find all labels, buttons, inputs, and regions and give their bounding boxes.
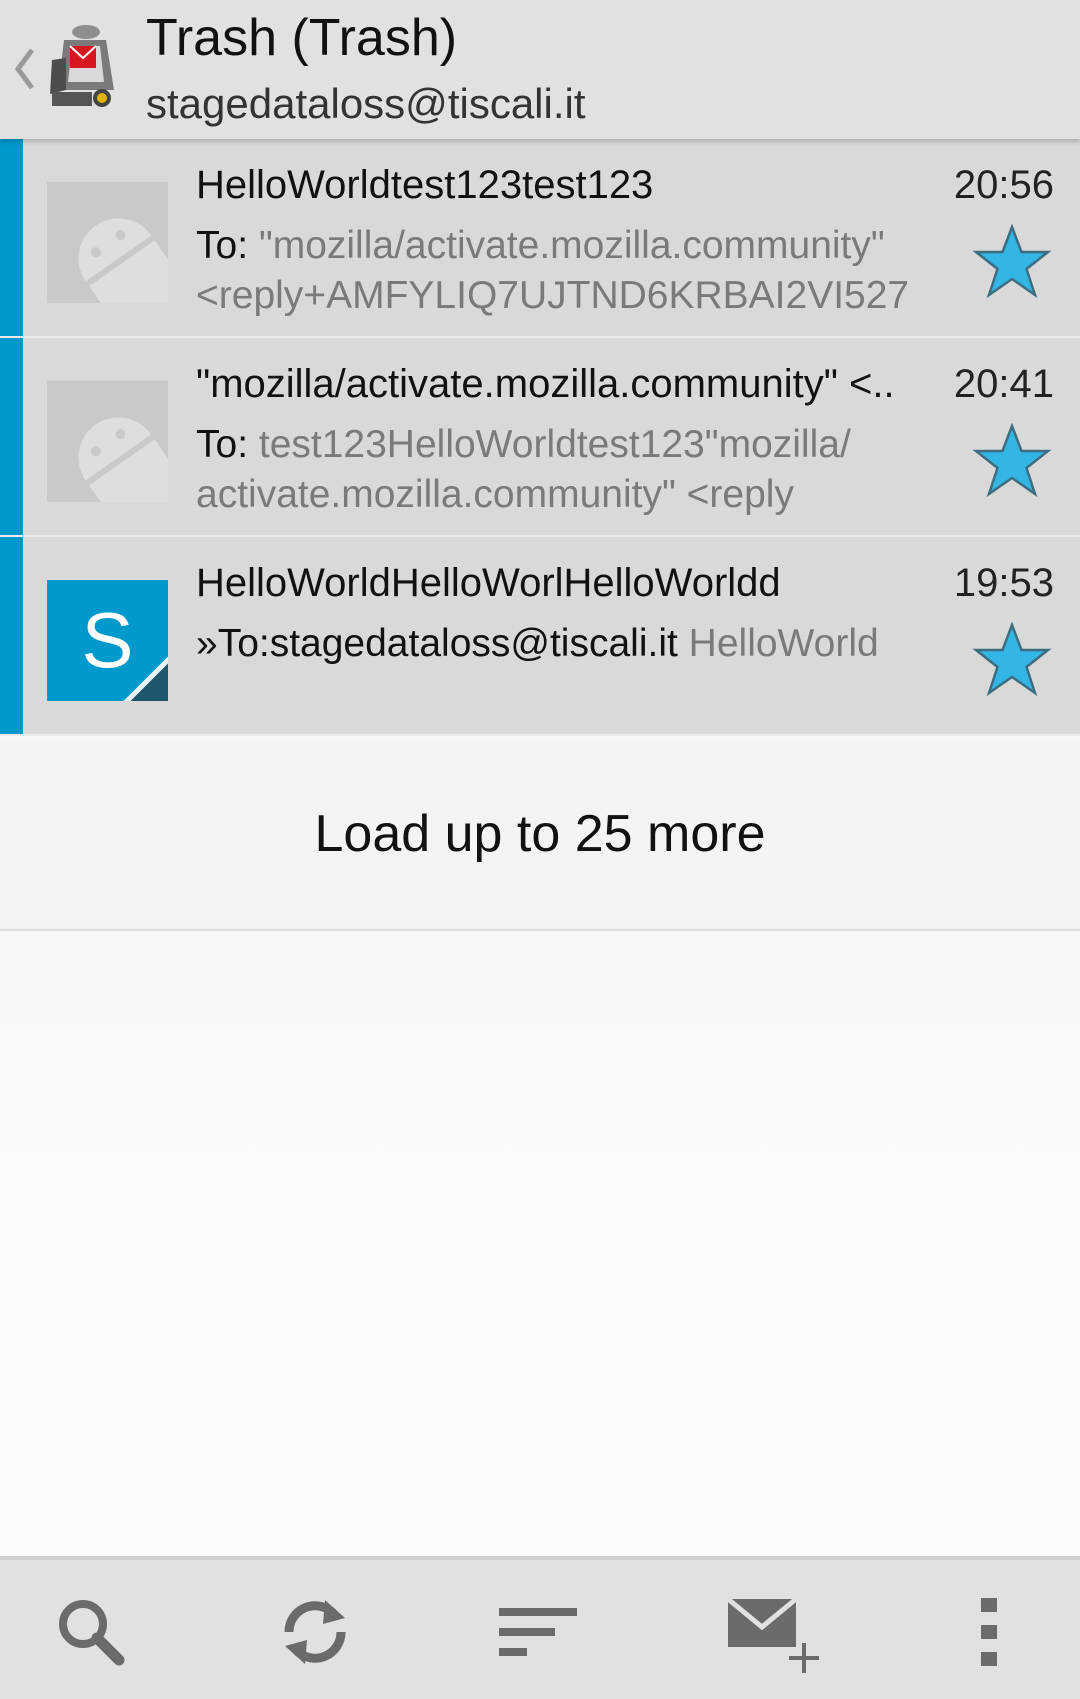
sort-icon[interactable] (484, 1582, 594, 1682)
preview-text: test123HelloWorldtest123"mozilla/ activa… (196, 423, 851, 516)
unread-indicator (0, 537, 23, 734)
message-row[interactable]: "mozilla/activate.mozilla.community" <..… (0, 338, 1080, 537)
app-window: Trash (Trash) stagedataloss@tiscali.it H… (0, 0, 1080, 1699)
chevron-left-icon[interactable] (10, 44, 38, 94)
unread-indicator (0, 139, 23, 336)
android-avatar-icon[interactable] (47, 381, 168, 502)
message-row[interactable]: HelloWorldtest123test123 20:56 To: "mozi… (0, 139, 1080, 338)
action-bar: Trash (Trash) stagedataloss@tiscali.it (0, 0, 1080, 139)
preview-label: To: (196, 224, 259, 267)
message-list: HelloWorldtest123test123 20:56 To: "mozi… (0, 139, 1080, 736)
message-time: 20:56 (953, 163, 1054, 207)
message-time: 20:41 (953, 362, 1054, 406)
compose-icon[interactable] (710, 1582, 830, 1682)
load-more-button[interactable]: Load up to 25 more (0, 739, 1080, 931)
refresh-icon[interactable] (260, 1582, 370, 1682)
message-subject: "mozilla/activate.mozilla.community" <.. (196, 362, 895, 406)
k9-mail-logo-icon[interactable] (44, 20, 124, 115)
letter-avatar[interactable]: S (47, 580, 168, 701)
folder-title: Trash (Trash) (146, 9, 458, 67)
overflow-menu-icon[interactable] (934, 1582, 1044, 1682)
preview-text: HelloWorld (688, 622, 879, 665)
bottom-action-bar (0, 1556, 1080, 1699)
preview-label: To: (196, 423, 259, 466)
account-email: stagedataloss@tiscali.it (146, 80, 586, 127)
message-preview: To: "mozilla/activate.mozilla.community"… (196, 221, 956, 321)
star-icon[interactable] (972, 622, 1052, 697)
star-icon[interactable] (972, 224, 1052, 299)
message-time: 19:53 (953, 561, 1054, 605)
preview-label: »To:stagedataloss@tiscali.it (196, 622, 689, 665)
avatar-letter: S (81, 596, 134, 684)
message-row[interactable]: S HelloWorldHelloWorlHelloWorldd 19:53 »… (0, 537, 1080, 736)
preview-text: "mozilla/activate.mozilla.community" <re… (196, 224, 910, 317)
android-avatar-icon[interactable] (47, 182, 168, 303)
message-preview: To: test123HelloWorldtest123"mozilla/ ac… (196, 420, 956, 520)
search-icon[interactable] (36, 1582, 146, 1682)
unread-indicator (0, 338, 23, 535)
message-subject: HelloWorldtest123test123 (196, 163, 654, 207)
message-preview: »To:stagedataloss@tiscali.it HelloWorld (196, 619, 956, 669)
star-icon[interactable] (972, 423, 1052, 498)
message-subject: HelloWorldHelloWorlHelloWorldd (196, 561, 781, 605)
